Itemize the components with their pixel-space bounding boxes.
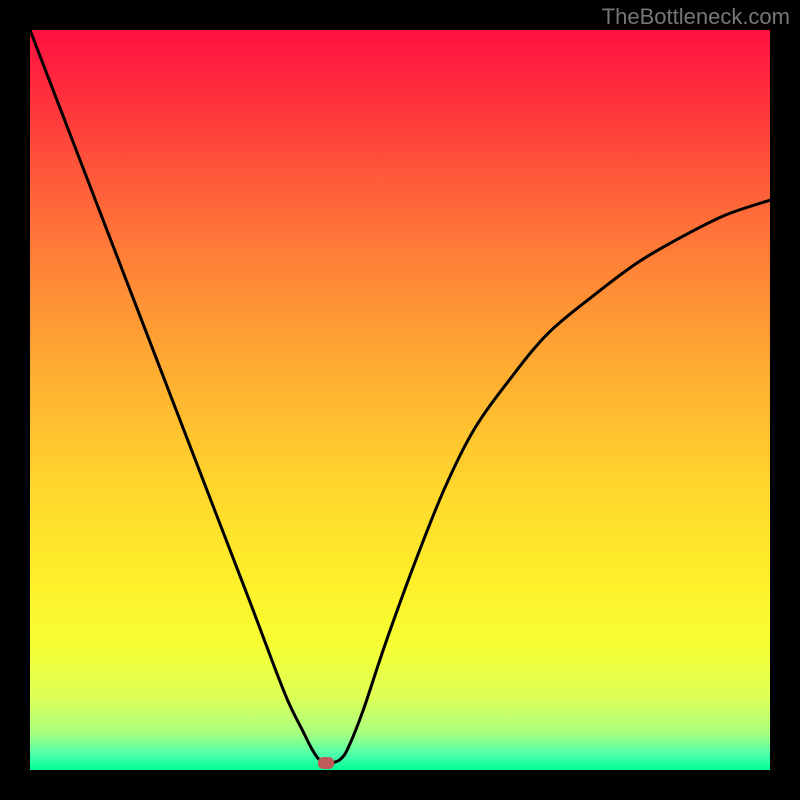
bottleneck-curve-path [30,30,770,763]
attribution-text: TheBottleneck.com [602,4,790,30]
optimal-point-marker [318,757,334,769]
curve-svg [30,30,770,770]
bottleneck-chart [30,30,770,770]
